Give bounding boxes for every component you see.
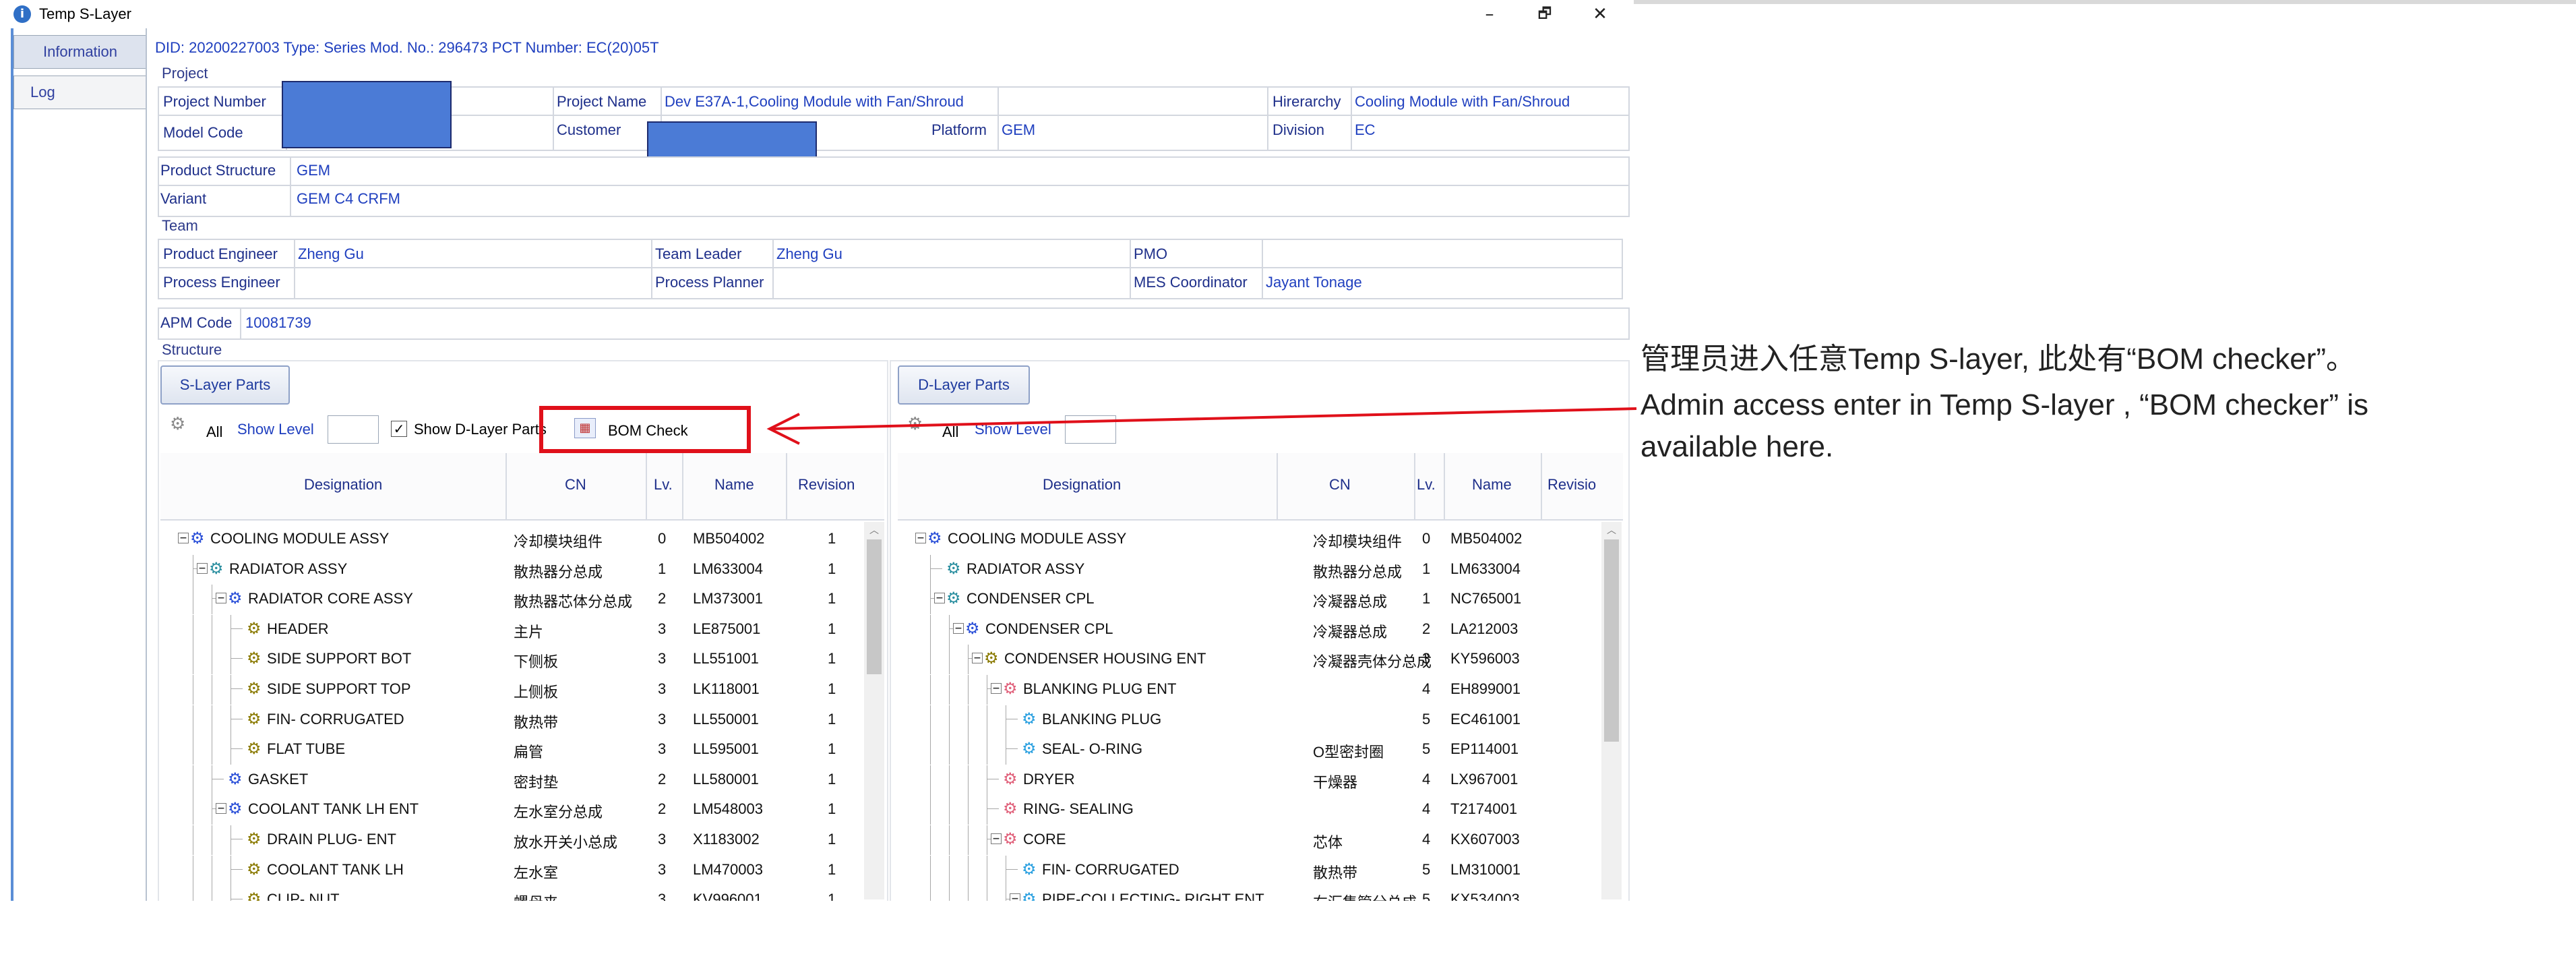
annotation-text-english-line2: available here. bbox=[1640, 430, 1834, 463]
annotation-text-english-line1: Admin access enter in Temp S-layer , “BO… bbox=[1640, 388, 2368, 421]
annotation-text-chinese: 管理员进入任意Temp S-layer, 此处有“BOM checker”。 bbox=[1640, 343, 2356, 376]
annotation-arrow bbox=[766, 407, 1637, 445]
